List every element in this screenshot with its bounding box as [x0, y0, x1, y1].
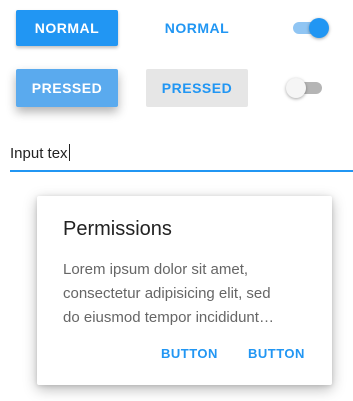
toggle-switch-on[interactable]	[289, 16, 329, 40]
toggle-switch-off[interactable]	[286, 76, 326, 100]
text-cursor	[68, 144, 70, 161]
switch-thumb	[309, 18, 329, 38]
card-body-line: Lorem ipsum dolor sit amet,	[63, 261, 249, 278]
card-body: Lorem ipsum dolor sit amet, consectetur …	[63, 258, 313, 330]
card-body-line: consectetur adipisicing elit, sed	[63, 285, 271, 302]
text-input[interactable]: Input tex	[10, 138, 353, 172]
switch-thumb	[286, 78, 306, 98]
card-title: Permissions	[63, 218, 172, 240]
card-action-button-1[interactable]: BUTTON	[161, 346, 218, 361]
permissions-dialog-card: Permissions Lorem ipsum dolor sit amet, …	[37, 196, 332, 385]
input-underline	[10, 170, 353, 172]
normal-raised-button[interactable]: NORMAL	[16, 10, 118, 46]
widget-showcase: NORMAL NORMAL PRESSED PRESSED Input tex …	[0, 0, 353, 401]
input-value-container[interactable]: Input tex	[10, 144, 70, 162]
card-action-button-2[interactable]: BUTTON	[248, 346, 305, 361]
input-value: Input tex	[10, 145, 68, 162]
normal-flat-button[interactable]: NORMAL	[146, 10, 248, 46]
pressed-raised-button[interactable]: PRESSED	[16, 69, 118, 107]
pressed-flat-button[interactable]: PRESSED	[146, 69, 248, 107]
card-body-line: do eiusmod tempor incididunt…	[63, 309, 274, 326]
